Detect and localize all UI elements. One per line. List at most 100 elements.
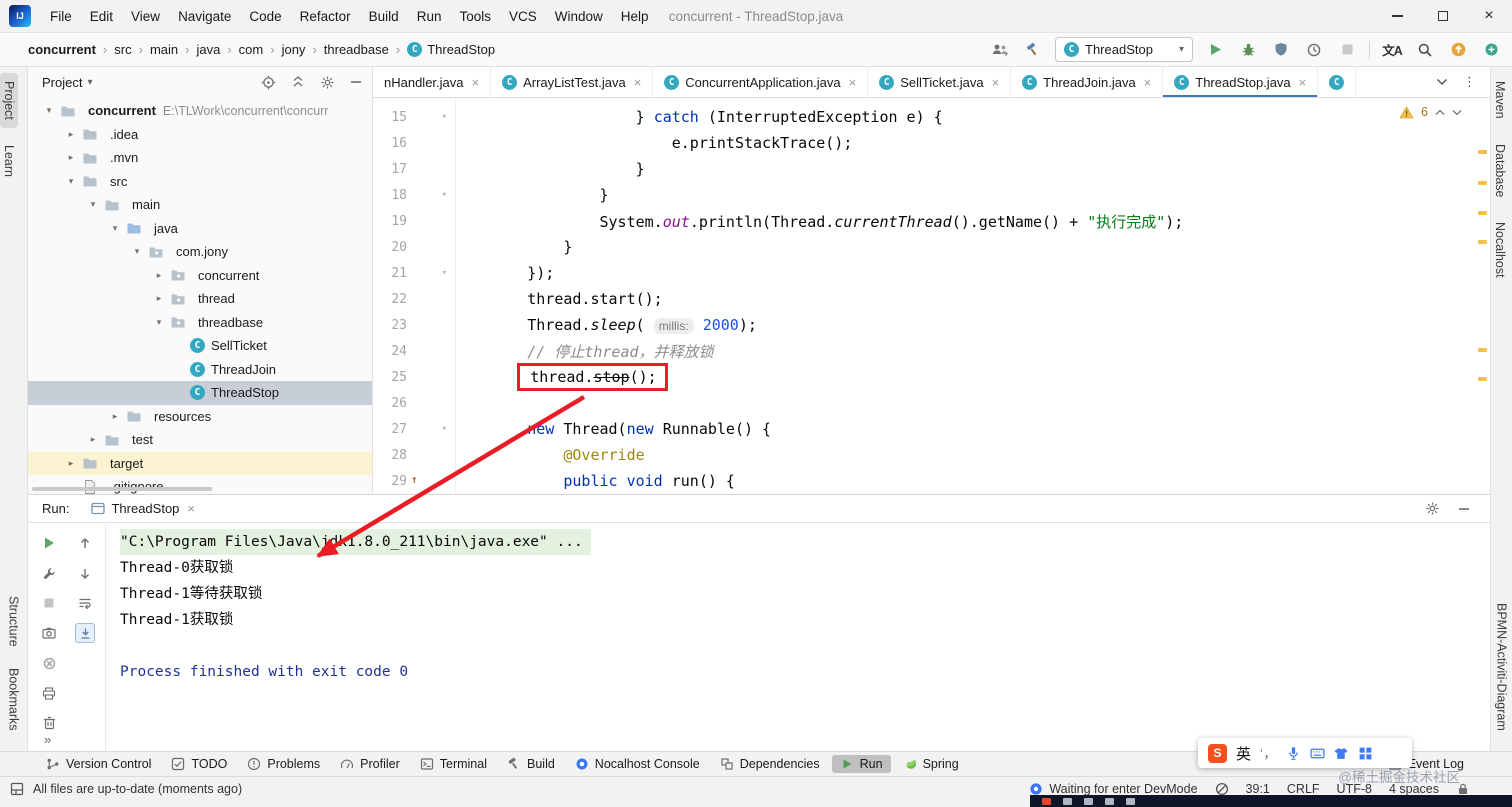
warning-stripe-mark[interactable]: [1478, 377, 1487, 381]
code-line-24[interactable]: 24 // 停止thread，并释放锁: [373, 338, 1490, 364]
menu-edit[interactable]: Edit: [81, 0, 122, 33]
breadcrumb-com[interactable]: com: [239, 42, 264, 57]
tree-item-thread[interactable]: ▸ thread: [28, 287, 372, 311]
coverage-button[interactable]: [1270, 38, 1292, 62]
ime-toolbar[interactable]: S 英 ’，: [1198, 738, 1412, 768]
devmode-status[interactable]: Waiting for enter DevMode: [1029, 782, 1198, 796]
rerun-button[interactable]: [39, 533, 59, 553]
tree-item-concurrent[interactable]: ▸ concurrent: [28, 264, 372, 288]
hide-panel-icon[interactable]: [350, 76, 362, 88]
warning-stripe-mark[interactable]: [1478, 240, 1487, 244]
app-icon[interactable]: IJ: [9, 5, 31, 27]
debug-button[interactable]: [1237, 38, 1259, 62]
breadcrumb-threadbase[interactable]: threadbase: [324, 42, 389, 57]
close-icon[interactable]: ×: [472, 75, 480, 90]
project-panel-title[interactable]: Project: [42, 75, 82, 90]
close-icon[interactable]: ×: [1299, 75, 1307, 90]
editor-tab-concurrentapplication-java[interactable]: ConcurrentApplication.java ×: [653, 67, 869, 97]
line-ending[interactable]: CRLF: [1287, 782, 1320, 796]
keyboard-icon[interactable]: [1310, 746, 1325, 761]
code-line-28[interactable]: 28 @Override: [373, 442, 1490, 468]
code-line-23[interactable]: 23 Thread.sleep( millis: 2000);: [373, 312, 1490, 338]
more-options-icon[interactable]: »: [44, 732, 51, 747]
fold-icon[interactable]: ▾: [407, 424, 455, 434]
tray-icon[interactable]: [1126, 797, 1135, 805]
hide-panel-icon[interactable]: [1458, 503, 1470, 515]
editor-tab-threadjoin-java[interactable]: ThreadJoin.java ×: [1011, 67, 1164, 97]
breadcrumb-src[interactable]: src: [114, 42, 131, 57]
code-view[interactable]: 15 ▾ } catch (InterruptedException e) {16…: [373, 98, 1490, 494]
toolwindow-button-profiler[interactable]: Profiler: [332, 755, 408, 773]
tree-item-java[interactable]: ▾ java: [28, 217, 372, 241]
chevron-down-icon[interactable]: ▾: [86, 199, 100, 210]
close-icon[interactable]: ×: [187, 501, 195, 516]
tree-item-idea[interactable]: ▸ .idea: [28, 123, 372, 147]
menu-build[interactable]: Build: [360, 0, 408, 33]
dump-threads-icon[interactable]: [39, 623, 59, 643]
breadcrumb-java[interactable]: java: [196, 42, 220, 57]
collaboration-button[interactable]: [989, 38, 1011, 62]
stop-button[interactable]: [39, 593, 59, 613]
toolwindow-tab-structure[interactable]: Structure: [5, 588, 23, 655]
scroll-to-end-icon[interactable]: [75, 623, 95, 643]
skin-icon[interactable]: [1334, 746, 1349, 761]
mic-icon[interactable]: [1286, 746, 1301, 761]
prev-warning-icon[interactable]: [1435, 109, 1445, 116]
tree-item-com-jony[interactable]: ▾ com.jony: [28, 240, 372, 264]
settings-icon[interactable]: [320, 75, 335, 90]
toolwindow-button-spring[interactable]: Spring: [895, 755, 967, 773]
sogou-logo-icon[interactable]: S: [1208, 743, 1227, 763]
toolwindow-tab-database[interactable]: Database: [1491, 136, 1509, 206]
editor-tab-arraylisttest-java[interactable]: ArrayListTest.java ×: [491, 67, 654, 97]
menu-view[interactable]: View: [122, 0, 169, 33]
run-button[interactable]: [1204, 38, 1226, 62]
close-icon[interactable]: ×: [992, 75, 1000, 90]
chevron-right-icon[interactable]: ▸: [152, 270, 166, 281]
toolwindow-button-problems[interactable]: Problems: [239, 755, 328, 773]
toolwindow-button-build[interactable]: Build: [499, 755, 563, 773]
menu-code[interactable]: Code: [240, 0, 290, 33]
code-line-16[interactable]: 16 e.printStackTrace();: [373, 130, 1490, 156]
search-everywhere-icon[interactable]: [1414, 38, 1436, 62]
fold-icon[interactable]: ▾: [407, 112, 455, 122]
build-project-button[interactable]: [1022, 38, 1044, 62]
chevron-right-icon[interactable]: ▸: [86, 434, 100, 445]
code-line-25[interactable]: 25 thread.stop();: [373, 363, 1490, 391]
tree-item-mvn[interactable]: ▸ .mvn: [28, 146, 372, 170]
close-icon[interactable]: ×: [634, 75, 642, 90]
breadcrumb-threadstop[interactable]: ThreadStop: [407, 42, 495, 57]
code-line-29[interactable]: 29 ↑ public void run() {: [373, 468, 1490, 494]
locate-file-icon[interactable]: [261, 75, 276, 90]
warning-stripe-mark[interactable]: [1478, 211, 1487, 215]
close-icon[interactable]: ×: [1144, 75, 1152, 90]
stop-button[interactable]: [1336, 38, 1358, 62]
toolwindow-button-dependencies[interactable]: Dependencies: [712, 755, 828, 773]
clear-console-icon[interactable]: [39, 713, 59, 733]
tree-item-threadbase[interactable]: ▾ threadbase: [28, 311, 372, 335]
warning-stripe-mark[interactable]: [1478, 181, 1487, 185]
toolwindow-button-version-control[interactable]: Version Control: [38, 755, 159, 773]
chevron-down-icon[interactable]: ▾: [108, 223, 122, 234]
tray-icon[interactable]: [1105, 797, 1114, 805]
editor-tab-nhandler-java[interactable]: nHandler.java ×: [373, 67, 492, 97]
code-line-15[interactable]: 15 ▾ } catch (InterruptedException e) {: [373, 104, 1490, 130]
maximize-button[interactable]: [1420, 0, 1466, 33]
tree-item-src[interactable]: ▾ src: [28, 170, 372, 194]
close-icon[interactable]: ×: [849, 75, 857, 90]
windows-taskbar[interactable]: [1030, 795, 1512, 807]
override-gutter-icon[interactable]: ↑: [411, 473, 418, 486]
collapse-all-icon[interactable]: [291, 75, 305, 89]
tree-item-gitignore[interactable]: .gitignore: [28, 475, 372, 494]
tree-item-sellticket[interactable]: SellTicket: [28, 334, 372, 358]
breadcrumb-main[interactable]: main: [150, 42, 178, 57]
tree-item-test[interactable]: ▸ test: [28, 428, 372, 452]
toolwindow-tab-learn[interactable]: Learn: [0, 137, 18, 185]
breadcrumb-jony[interactable]: jony: [282, 42, 306, 57]
code-line-18[interactable]: 18 ▾ }: [373, 182, 1490, 208]
profiler-button[interactable]: [1303, 38, 1325, 62]
run-tab[interactable]: ThreadStop ×: [81, 495, 205, 523]
inspections-widget[interactable]: 6: [1399, 105, 1462, 119]
chevron-right-icon[interactable]: ▸: [64, 152, 78, 163]
code-line-26[interactable]: 26: [373, 390, 1490, 416]
warning-stripe-mark[interactable]: [1478, 348, 1487, 352]
